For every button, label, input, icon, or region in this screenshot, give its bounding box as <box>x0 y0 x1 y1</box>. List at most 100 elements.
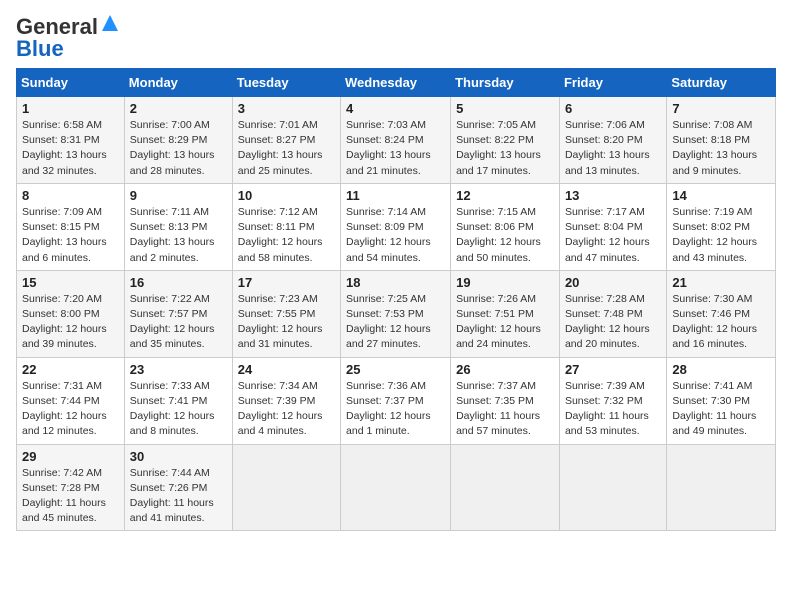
calendar-cell: 14 Sunrise: 7:19 AMSunset: 8:02 PMDaylig… <box>667 183 776 270</box>
calendar-week-row: 8 Sunrise: 7:09 AMSunset: 8:15 PMDayligh… <box>17 183 776 270</box>
calendar-week-row: 29 Sunrise: 7:42 AMSunset: 7:28 PMDaylig… <box>17 444 776 531</box>
calendar-cell: 13 Sunrise: 7:17 AMSunset: 8:04 PMDaylig… <box>559 183 666 270</box>
calendar-header-wednesday: Wednesday <box>341 69 451 97</box>
day-detail: Sunrise: 6:58 AMSunset: 8:31 PMDaylight:… <box>22 119 107 177</box>
day-number: 25 <box>346 362 445 377</box>
day-number: 20 <box>565 275 661 290</box>
calendar-cell: 18 Sunrise: 7:25 AMSunset: 7:53 PMDaylig… <box>341 270 451 357</box>
calendar-cell: 16 Sunrise: 7:22 AMSunset: 7:57 PMDaylig… <box>124 270 232 357</box>
day-detail: Sunrise: 7:31 AMSunset: 7:44 PMDaylight:… <box>22 380 107 438</box>
day-number: 3 <box>238 101 335 116</box>
day-detail: Sunrise: 7:34 AMSunset: 7:39 PMDaylight:… <box>238 380 323 438</box>
day-number: 27 <box>565 362 661 377</box>
calendar-cell: 15 Sunrise: 7:20 AMSunset: 8:00 PMDaylig… <box>17 270 125 357</box>
calendar-header-thursday: Thursday <box>451 69 560 97</box>
day-detail: Sunrise: 7:22 AMSunset: 7:57 PMDaylight:… <box>130 293 215 351</box>
day-number: 30 <box>130 449 227 464</box>
day-detail: Sunrise: 7:36 AMSunset: 7:37 PMDaylight:… <box>346 380 431 438</box>
calendar-header-sunday: Sunday <box>17 69 125 97</box>
calendar-cell: 28 Sunrise: 7:41 AMSunset: 7:30 PMDaylig… <box>667 357 776 444</box>
calendar-cell: 26 Sunrise: 7:37 AMSunset: 7:35 PMDaylig… <box>451 357 560 444</box>
calendar-cell: 2 Sunrise: 7:00 AMSunset: 8:29 PMDayligh… <box>124 97 232 184</box>
day-detail: Sunrise: 7:42 AMSunset: 7:28 PMDaylight:… <box>22 467 106 525</box>
calendar-header-friday: Friday <box>559 69 666 97</box>
day-detail: Sunrise: 7:17 AMSunset: 8:04 PMDaylight:… <box>565 206 650 264</box>
calendar-cell <box>667 444 776 531</box>
day-detail: Sunrise: 7:25 AMSunset: 7:53 PMDaylight:… <box>346 293 431 351</box>
day-number: 10 <box>238 188 335 203</box>
calendar-cell <box>341 444 451 531</box>
day-detail: Sunrise: 7:33 AMSunset: 7:41 PMDaylight:… <box>130 380 215 438</box>
day-detail: Sunrise: 7:00 AMSunset: 8:29 PMDaylight:… <box>130 119 215 177</box>
day-number: 13 <box>565 188 661 203</box>
day-detail: Sunrise: 7:12 AMSunset: 8:11 PMDaylight:… <box>238 206 323 264</box>
day-detail: Sunrise: 7:14 AMSunset: 8:09 PMDaylight:… <box>346 206 431 264</box>
calendar-cell: 27 Sunrise: 7:39 AMSunset: 7:32 PMDaylig… <box>559 357 666 444</box>
calendar-cell: 21 Sunrise: 7:30 AMSunset: 7:46 PMDaylig… <box>667 270 776 357</box>
calendar-cell: 23 Sunrise: 7:33 AMSunset: 7:41 PMDaylig… <box>124 357 232 444</box>
day-number: 12 <box>456 188 554 203</box>
day-detail: Sunrise: 7:19 AMSunset: 8:02 PMDaylight:… <box>672 206 757 264</box>
day-number: 28 <box>672 362 770 377</box>
day-detail: Sunrise: 7:06 AMSunset: 8:20 PMDaylight:… <box>565 119 650 177</box>
day-detail: Sunrise: 7:03 AMSunset: 8:24 PMDaylight:… <box>346 119 431 177</box>
calendar: SundayMondayTuesdayWednesdayThursdayFrid… <box>16 68 776 531</box>
calendar-header-monday: Monday <box>124 69 232 97</box>
day-detail: Sunrise: 7:23 AMSunset: 7:55 PMDaylight:… <box>238 293 323 351</box>
calendar-cell: 29 Sunrise: 7:42 AMSunset: 7:28 PMDaylig… <box>17 444 125 531</box>
calendar-week-row: 15 Sunrise: 7:20 AMSunset: 8:00 PMDaylig… <box>17 270 776 357</box>
day-number: 11 <box>346 188 445 203</box>
calendar-cell: 4 Sunrise: 7:03 AMSunset: 8:24 PMDayligh… <box>341 97 451 184</box>
calendar-cell <box>451 444 560 531</box>
day-detail: Sunrise: 7:01 AMSunset: 8:27 PMDaylight:… <box>238 119 323 177</box>
day-detail: Sunrise: 7:11 AMSunset: 8:13 PMDaylight:… <box>130 206 215 264</box>
day-detail: Sunrise: 7:15 AMSunset: 8:06 PMDaylight:… <box>456 206 541 264</box>
day-number: 15 <box>22 275 119 290</box>
calendar-cell: 17 Sunrise: 7:23 AMSunset: 7:55 PMDaylig… <box>232 270 340 357</box>
day-number: 6 <box>565 101 661 116</box>
day-number: 2 <box>130 101 227 116</box>
calendar-cell: 3 Sunrise: 7:01 AMSunset: 8:27 PMDayligh… <box>232 97 340 184</box>
calendar-cell: 19 Sunrise: 7:26 AMSunset: 7:51 PMDaylig… <box>451 270 560 357</box>
day-detail: Sunrise: 7:08 AMSunset: 8:18 PMDaylight:… <box>672 119 757 177</box>
day-number: 24 <box>238 362 335 377</box>
day-number: 22 <box>22 362 119 377</box>
calendar-week-row: 1 Sunrise: 6:58 AMSunset: 8:31 PMDayligh… <box>17 97 776 184</box>
calendar-cell: 7 Sunrise: 7:08 AMSunset: 8:18 PMDayligh… <box>667 97 776 184</box>
day-detail: Sunrise: 7:09 AMSunset: 8:15 PMDaylight:… <box>22 206 107 264</box>
day-number: 8 <box>22 188 119 203</box>
day-number: 18 <box>346 275 445 290</box>
day-number: 14 <box>672 188 770 203</box>
calendar-body: 1 Sunrise: 6:58 AMSunset: 8:31 PMDayligh… <box>17 97 776 531</box>
calendar-cell <box>232 444 340 531</box>
day-detail: Sunrise: 7:39 AMSunset: 7:32 PMDaylight:… <box>565 380 649 438</box>
calendar-cell: 20 Sunrise: 7:28 AMSunset: 7:48 PMDaylig… <box>559 270 666 357</box>
calendar-cell <box>559 444 666 531</box>
day-detail: Sunrise: 7:41 AMSunset: 7:30 PMDaylight:… <box>672 380 756 438</box>
calendar-cell: 22 Sunrise: 7:31 AMSunset: 7:44 PMDaylig… <box>17 357 125 444</box>
calendar-week-row: 22 Sunrise: 7:31 AMSunset: 7:44 PMDaylig… <box>17 357 776 444</box>
calendar-cell: 30 Sunrise: 7:44 AMSunset: 7:26 PMDaylig… <box>124 444 232 531</box>
logo-blue: Blue <box>16 38 64 60</box>
calendar-cell: 10 Sunrise: 7:12 AMSunset: 8:11 PMDaylig… <box>232 183 340 270</box>
day-number: 26 <box>456 362 554 377</box>
calendar-cell: 11 Sunrise: 7:14 AMSunset: 8:09 PMDaylig… <box>341 183 451 270</box>
calendar-header-saturday: Saturday <box>667 69 776 97</box>
day-number: 5 <box>456 101 554 116</box>
calendar-cell: 6 Sunrise: 7:06 AMSunset: 8:20 PMDayligh… <box>559 97 666 184</box>
calendar-cell: 9 Sunrise: 7:11 AMSunset: 8:13 PMDayligh… <box>124 183 232 270</box>
calendar-header-row: SundayMondayTuesdayWednesdayThursdayFrid… <box>17 69 776 97</box>
calendar-cell: 25 Sunrise: 7:36 AMSunset: 7:37 PMDaylig… <box>341 357 451 444</box>
day-detail: Sunrise: 7:37 AMSunset: 7:35 PMDaylight:… <box>456 380 540 438</box>
day-detail: Sunrise: 7:26 AMSunset: 7:51 PMDaylight:… <box>456 293 541 351</box>
day-number: 23 <box>130 362 227 377</box>
day-detail: Sunrise: 7:05 AMSunset: 8:22 PMDaylight:… <box>456 119 541 177</box>
logo: General Blue <box>16 16 120 60</box>
day-detail: Sunrise: 7:30 AMSunset: 7:46 PMDaylight:… <box>672 293 757 351</box>
calendar-cell: 24 Sunrise: 7:34 AMSunset: 7:39 PMDaylig… <box>232 357 340 444</box>
calendar-cell: 1 Sunrise: 6:58 AMSunset: 8:31 PMDayligh… <box>17 97 125 184</box>
day-number: 9 <box>130 188 227 203</box>
day-number: 29 <box>22 449 119 464</box>
calendar-cell: 5 Sunrise: 7:05 AMSunset: 8:22 PMDayligh… <box>451 97 560 184</box>
day-number: 19 <box>456 275 554 290</box>
